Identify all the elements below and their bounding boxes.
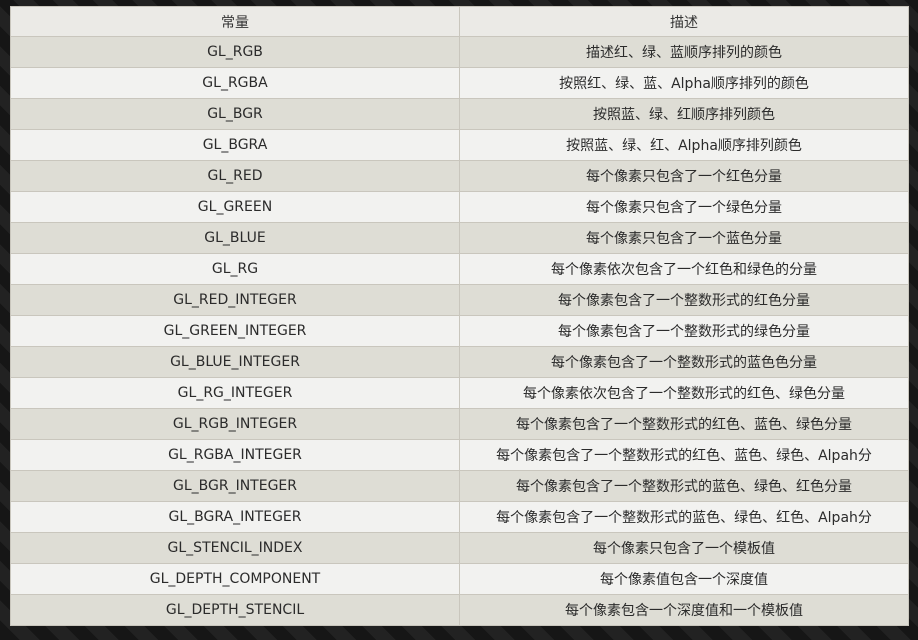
constant-cell: GL_BGRA — [10, 129, 460, 161]
table-row: GL_GREEN 每个像素只包含了一个绿色分量 — [10, 191, 909, 223]
table-row: GL_RED_INTEGER 每个像素包含了一个整数形式的红色分量 — [10, 284, 909, 316]
constant-cell: GL_BGR — [10, 98, 460, 130]
constant-cell: GL_BLUE — [10, 222, 460, 254]
table-row: GL_BGR 按照蓝、绿、红顺序排列颜色 — [10, 98, 909, 130]
table-row: GL_RG_INTEGER 每个像素依次包含了一个整数形式的红色、绿色分量 — [10, 377, 909, 409]
description-cell: 每个像素包含了一个整数形式的红色分量 — [459, 284, 909, 316]
table-row: GL_RGB 描述红、绿、蓝顺序排列的颜色 — [10, 36, 909, 68]
constant-cell: GL_DEPTH_STENCIL — [10, 594, 460, 626]
description-cell: 按照蓝、绿、红顺序排列颜色 — [459, 98, 909, 130]
description-cell: 每个像素包含了一个整数形式的红色、蓝色、绿色分量 — [459, 408, 909, 440]
constant-cell: GL_GREEN_INTEGER — [10, 315, 460, 347]
constant-cell: GL_RG_INTEGER — [10, 377, 460, 409]
constant-cell: GL_BGR_INTEGER — [10, 470, 460, 502]
constant-cell: GL_RG — [10, 253, 460, 285]
constant-cell: GL_STENCIL_INDEX — [10, 532, 460, 564]
table-row: GL_BGRA 按照蓝、绿、红、Alpha顺序排列颜色 — [10, 129, 909, 161]
description-cell: 每个像素只包含了一个红色分量 — [459, 160, 909, 192]
description-cell: 描述红、绿、蓝顺序排列的颜色 — [459, 36, 909, 68]
constant-cell: GL_DEPTH_COMPONENT — [10, 563, 460, 595]
table-row: GL_DEPTH_COMPONENT 每个像素值包含一个深度值 — [10, 563, 909, 595]
description-cell: 每个像素值包含一个深度值 — [459, 563, 909, 595]
constant-cell: GL_GREEN — [10, 191, 460, 223]
constant-cell: GL_RGB — [10, 36, 460, 68]
table-row: GL_RGBA 按照红、绿、蓝、Alpha顺序排列的颜色 — [10, 67, 909, 99]
constant-cell: GL_BGRA_INTEGER — [10, 501, 460, 533]
description-cell: 每个像素依次包含了一个红色和绿色的分量 — [459, 253, 909, 285]
table-row: GL_BLUE 每个像素只包含了一个蓝色分量 — [10, 222, 909, 254]
table-row: GL_RED 每个像素只包含了一个红色分量 — [10, 160, 909, 192]
table-row: GL_BGRA_INTEGER 每个像素包含了一个整数形式的蓝色、绿色、红色、A… — [10, 501, 909, 533]
pixel-format-table: 常量 描述 GL_RGB 描述红、绿、蓝顺序排列的颜色 GL_RGBA 按照红、… — [10, 6, 909, 626]
table-row: GL_GREEN_INTEGER 每个像素包含了一个整数形式的绿色分量 — [10, 315, 909, 347]
table-body: GL_RGB 描述红、绿、蓝顺序排列的颜色 GL_RGBA 按照红、绿、蓝、Al… — [10, 36, 909, 626]
table-row: GL_RGB_INTEGER 每个像素包含了一个整数形式的红色、蓝色、绿色分量 — [10, 408, 909, 440]
table-row: GL_RGBA_INTEGER 每个像素包含了一个整数形式的红色、蓝色、绿色、A… — [10, 439, 909, 471]
table-row: GL_DEPTH_STENCIL 每个像素包含一个深度值和一个模板值 — [10, 594, 909, 626]
constant-cell: GL_RED — [10, 160, 460, 192]
description-cell: 每个像素包含了一个整数形式的蓝色、绿色、红色分量 — [459, 470, 909, 502]
constant-cell: GL_RGBA — [10, 67, 460, 99]
table-row: GL_STENCIL_INDEX 每个像素只包含了一个模板值 — [10, 532, 909, 564]
header-description: 描述 — [459, 6, 909, 37]
description-cell: 每个像素只包含了一个绿色分量 — [459, 191, 909, 223]
description-cell: 每个像素只包含了一个模板值 — [459, 532, 909, 564]
header-constant: 常量 — [10, 6, 460, 37]
constant-cell: GL_RGB_INTEGER — [10, 408, 460, 440]
description-cell: 每个像素包含了一个整数形式的绿色分量 — [459, 315, 909, 347]
description-cell: 每个像素包含了一个整数形式的红色、蓝色、绿色、Alpah分 — [459, 439, 909, 471]
description-cell: 每个像素包含了一个整数形式的蓝色、绿色、红色、Alpah分 — [459, 501, 909, 533]
description-cell: 每个像素只包含了一个蓝色分量 — [459, 222, 909, 254]
table-row: GL_BLUE_INTEGER 每个像素包含了一个整数形式的蓝色色分量 — [10, 346, 909, 378]
table-row: GL_BGR_INTEGER 每个像素包含了一个整数形式的蓝色、绿色、红色分量 — [10, 470, 909, 502]
description-cell: 每个像素包含了一个整数形式的蓝色色分量 — [459, 346, 909, 378]
constant-cell: GL_BLUE_INTEGER — [10, 346, 460, 378]
description-cell: 每个像素依次包含了一个整数形式的红色、绿色分量 — [459, 377, 909, 409]
table-row: GL_RG 每个像素依次包含了一个红色和绿色的分量 — [10, 253, 909, 285]
description-cell: 每个像素包含一个深度值和一个模板值 — [459, 594, 909, 626]
description-cell: 按照蓝、绿、红、Alpha顺序排列颜色 — [459, 129, 909, 161]
constant-cell: GL_RED_INTEGER — [10, 284, 460, 316]
table-header-row: 常量 描述 — [10, 6, 909, 37]
constant-cell: GL_RGBA_INTEGER — [10, 439, 460, 471]
description-cell: 按照红、绿、蓝、Alpha顺序排列的颜色 — [459, 67, 909, 99]
